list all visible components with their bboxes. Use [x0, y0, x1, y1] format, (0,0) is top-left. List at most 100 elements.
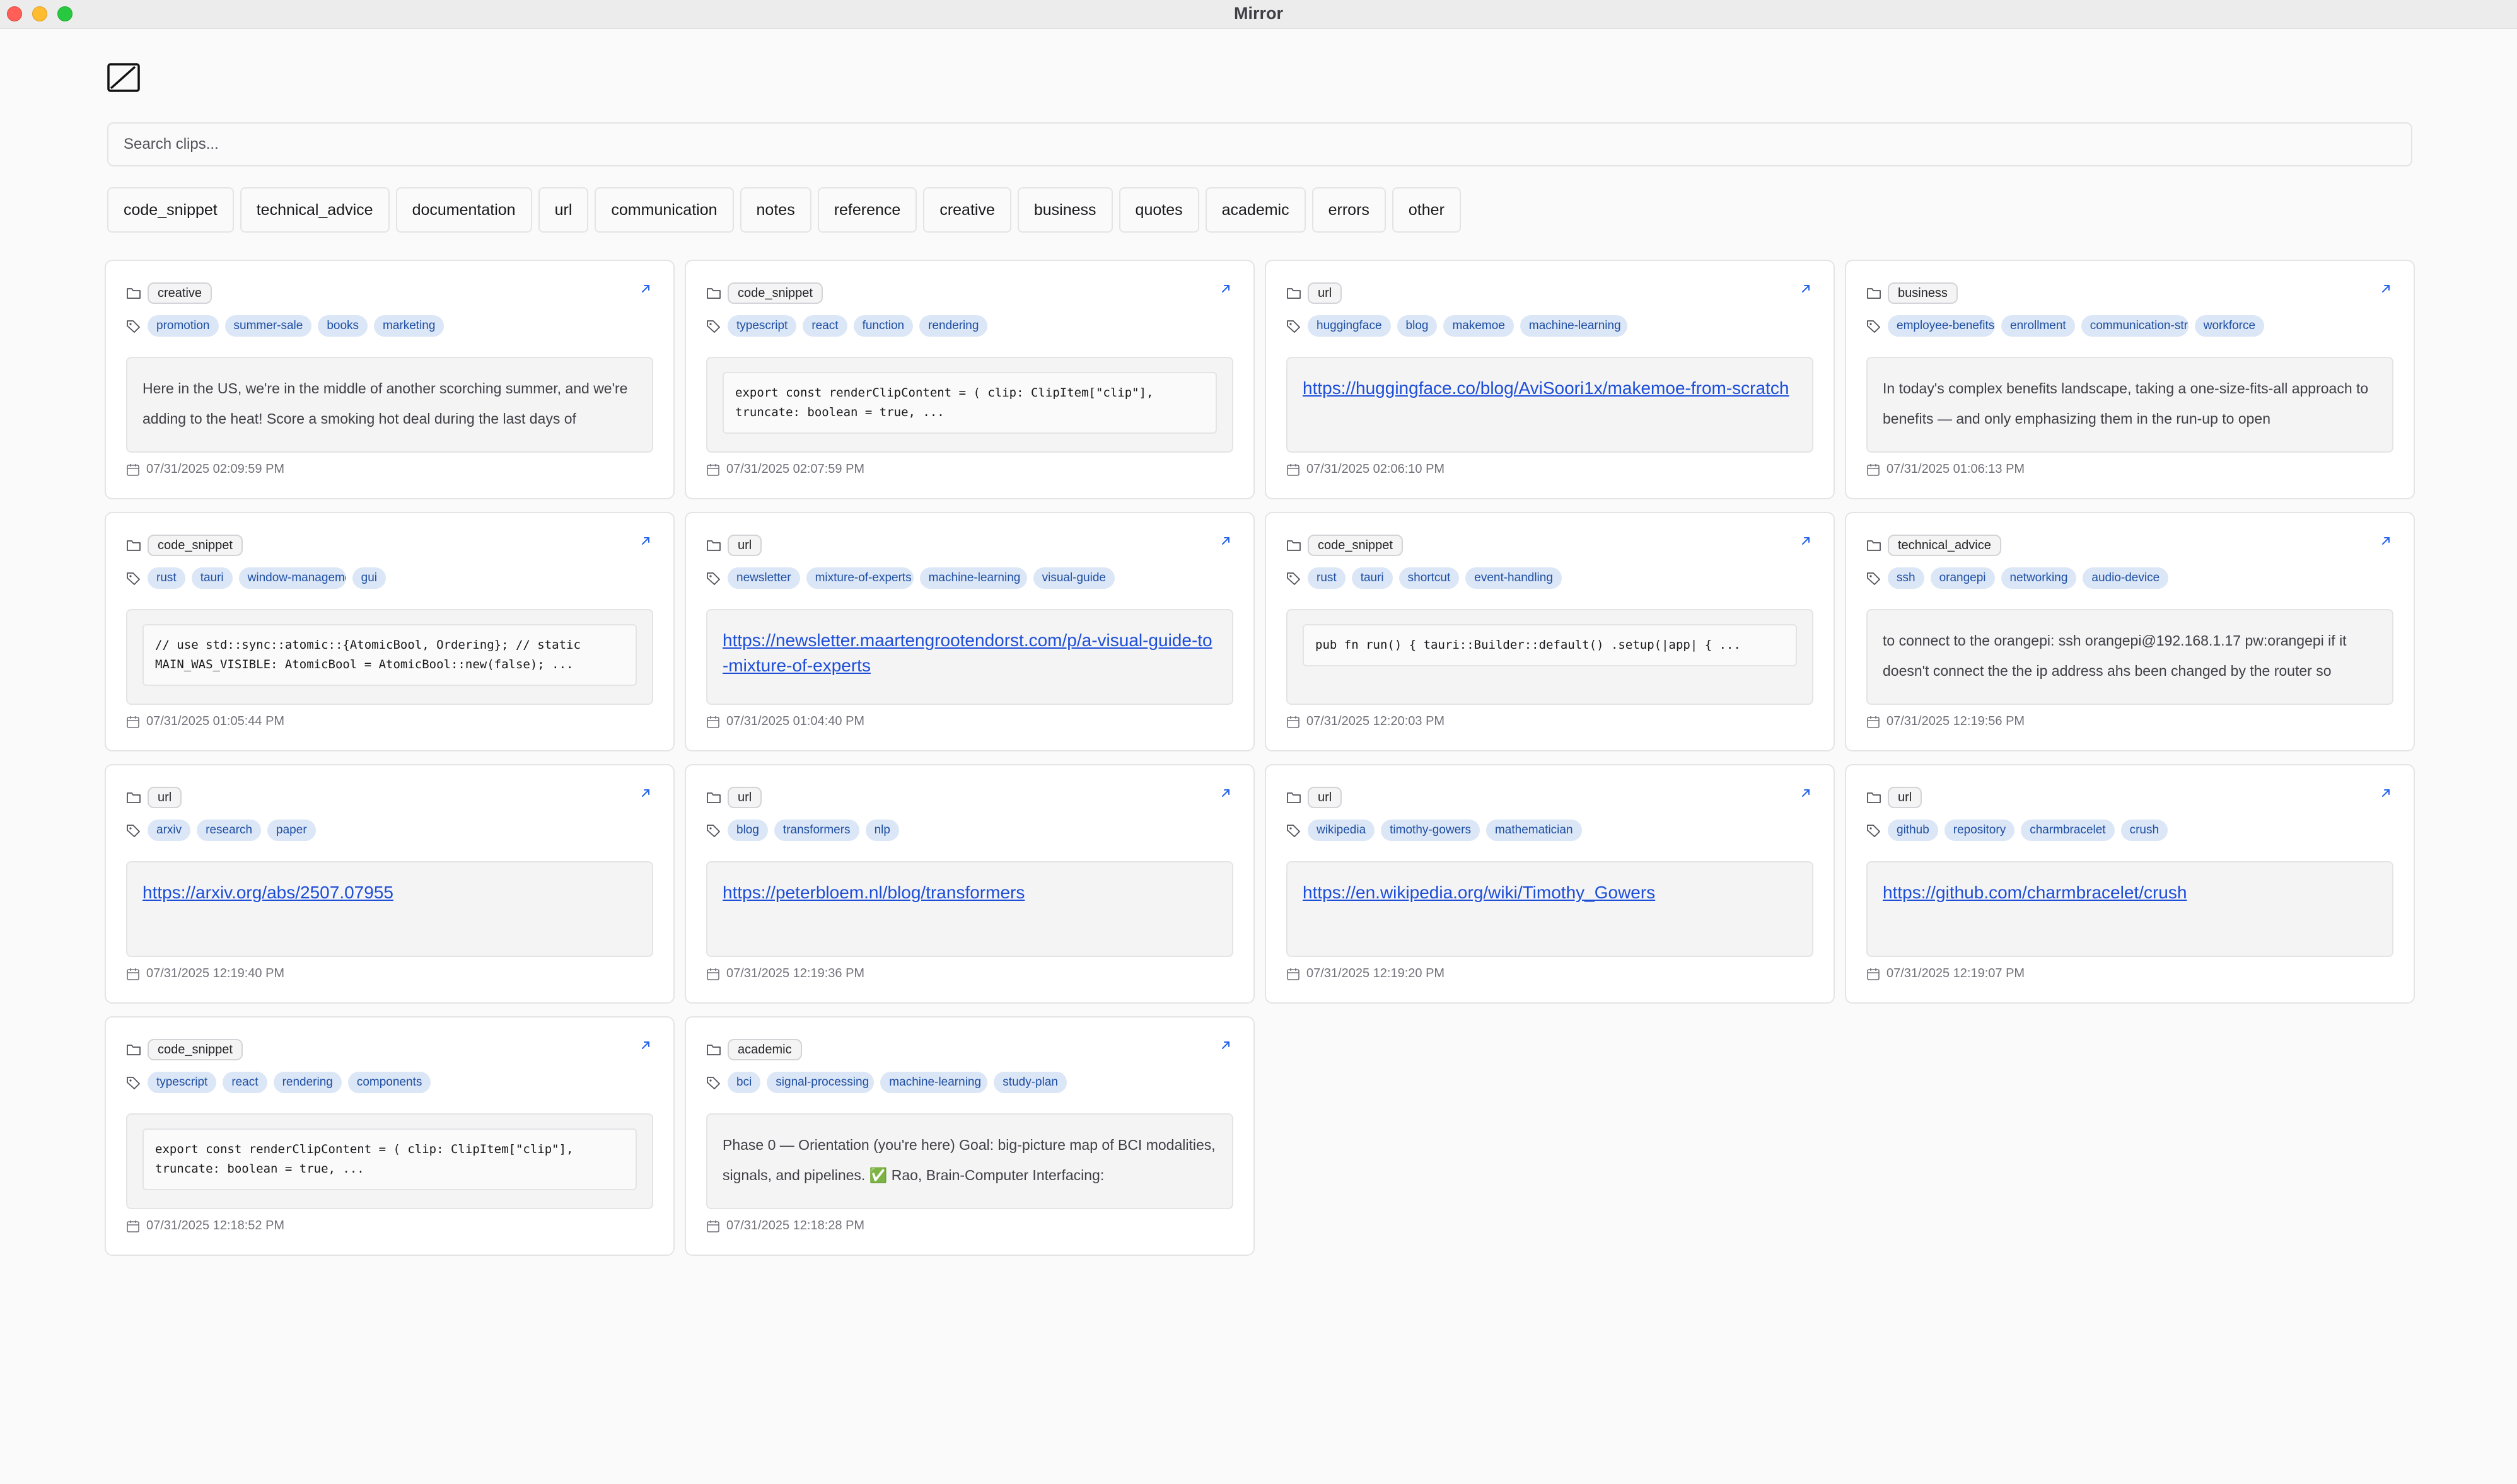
clip-card[interactable]: creative promotion summer-sale books market…: [105, 260, 675, 499]
category-chip-documentation[interactable]: documentation: [395, 187, 532, 233]
open-external-icon[interactable]: [639, 535, 652, 547]
clip-card[interactable]: url github repository charmbracelet crush h…: [1845, 764, 2415, 1004]
tag-badge[interactable]: newsletter: [728, 567, 800, 589]
tag-badge[interactable]: makemoe: [1443, 315, 1514, 337]
tag-badge[interactable]: bci: [728, 1072, 761, 1093]
clip-card[interactable]: url huggingface blog makemoe machine-learni…: [1265, 260, 1835, 499]
tag-badge[interactable]: employee-benefits: [1888, 315, 1995, 337]
clip-link[interactable]: https://en.wikipedia.org/wiki/Timothy_Go…: [1303, 880, 1797, 905]
open-external-icon[interactable]: [1799, 535, 1812, 547]
tag-badge[interactable]: summer-sale: [224, 315, 312, 337]
open-external-icon[interactable]: [2380, 535, 2392, 547]
clip-content[interactable]: export const renderClipContent = ( clip:…: [706, 357, 1233, 453]
tag-badge[interactable]: paper: [267, 820, 316, 841]
category-chip-quotes[interactable]: quotes: [1119, 187, 1199, 233]
tag-badge[interactable]: enrollment: [2001, 315, 2075, 337]
tag-badge[interactable]: signal-processing: [767, 1072, 875, 1093]
tag-badge[interactable]: github: [1888, 820, 1938, 841]
tag-badge[interactable]: wikipedia: [1308, 820, 1375, 841]
clip-card[interactable]: code_snippet typescript react function rend…: [685, 260, 1255, 499]
clip-card[interactable]: technical_advice ssh orangepi networking au…: [1845, 512, 2415, 751]
category-chip-business[interactable]: business: [1017, 187, 1113, 233]
open-external-icon[interactable]: [639, 282, 652, 295]
category-chip-reference[interactable]: reference: [817, 187, 917, 233]
clip-content[interactable]: pub fn run() { tauri::Builder::default()…: [1286, 609, 1813, 705]
tag-badge[interactable]: charmbracelet: [2021, 820, 2115, 841]
tag-badge[interactable]: visual-guide: [1033, 567, 1115, 589]
clip-card[interactable]: code_snippet rust tauri shortcut event-hand…: [1265, 512, 1835, 751]
tag-badge[interactable]: communication-strategy: [2081, 315, 2189, 337]
tag-badge[interactable]: event-handling: [1465, 567, 1562, 589]
tag-badge[interactable]: research: [197, 820, 262, 841]
clip-card[interactable]: url arxiv research paper https://arxiv.org…: [105, 764, 675, 1004]
open-external-icon[interactable]: [1219, 787, 1232, 799]
clip-content[interactable]: Phase 0 — Orientation (you're here) Goal…: [706, 1113, 1233, 1209]
clip-link[interactable]: https://huggingface.co/blog/AviSoori1x/m…: [1303, 376, 1797, 401]
tag-badge[interactable]: components: [347, 1072, 431, 1093]
tag-badge[interactable]: typescript: [148, 1072, 217, 1093]
tag-badge[interactable]: orangepi: [1930, 567, 1995, 589]
clip-content[interactable]: export const renderClipContent = ( clip:…: [126, 1113, 653, 1209]
tag-badge[interactable]: rendering: [273, 1072, 342, 1093]
open-external-icon[interactable]: [1799, 282, 1812, 295]
clip-card[interactable]: code_snippet typescript react rendering com…: [105, 1016, 675, 1256]
tag-badge[interactable]: function: [853, 315, 914, 337]
tag-badge[interactable]: rust: [148, 567, 185, 589]
open-external-icon[interactable]: [639, 787, 652, 799]
open-external-icon[interactable]: [1219, 1039, 1232, 1052]
tag-badge[interactable]: ssh: [1888, 567, 1924, 589]
tag-badge[interactable]: shortcut: [1398, 567, 1460, 589]
tag-badge[interactable]: transformers: [774, 820, 859, 841]
clip-card[interactable]: business employee-benefits enrollment comm…: [1845, 260, 2415, 499]
open-external-icon[interactable]: [639, 1039, 652, 1052]
clip-card[interactable]: code_snippet rust tauriwindow-management g…: [105, 512, 675, 751]
clip-content[interactable]: In today's complex benefits landscape, t…: [1866, 357, 2393, 453]
open-external-icon[interactable]: [2380, 282, 2392, 295]
open-external-icon[interactable]: [2380, 787, 2392, 799]
tag-badge[interactable]: machine-learning: [1520, 315, 1627, 337]
tag-badge[interactable]: repository: [1944, 820, 2015, 841]
category-chip-communication[interactable]: communication: [595, 187, 734, 233]
category-chip-notes[interactable]: notes: [740, 187, 811, 233]
open-external-icon[interactable]: [1799, 787, 1812, 799]
tag-badge[interactable]: timothy-gowers: [1381, 820, 1480, 841]
tag-badge[interactable]: rendering: [919, 315, 988, 337]
category-chip-code-snippet[interactable]: code_snippet: [107, 187, 234, 233]
tag-badge[interactable]: react: [223, 1072, 267, 1093]
tag-badge[interactable]: tauri: [1351, 567, 1393, 589]
open-external-icon[interactable]: [1219, 282, 1232, 295]
tag-badge[interactable]: tauri: [191, 567, 233, 589]
tag-badge[interactable]: machine-learning: [919, 567, 1027, 589]
tag-badge[interactable]: blog: [728, 820, 768, 841]
tag-badge[interactable]: promotion: [148, 315, 219, 337]
clip-link[interactable]: https://newsletter.maartengrootendorst.c…: [723, 628, 1217, 678]
category-chip-errors[interactable]: errors: [1311, 187, 1386, 233]
tag-badge[interactable]: workforce: [2194, 315, 2265, 337]
category-chip-technical-advice[interactable]: technical_advice: [240, 187, 390, 233]
category-chip-url[interactable]: url: [538, 187, 589, 233]
tag-badge[interactable]: machine-learning: [880, 1072, 988, 1093]
clip-card[interactable]: url blog transformers nlp https://peterblo…: [685, 764, 1255, 1004]
clip-link[interactable]: https://arxiv.org/abs/2507.07955: [142, 880, 637, 905]
tag-badge[interactable]: books: [318, 315, 368, 337]
clip-content[interactable]: to connect to the orangepi: ssh orangepi…: [1866, 609, 2393, 705]
tag-badge[interactable]: huggingface: [1308, 315, 1391, 337]
clip-content[interactable]: Here in the US, we're in the middle of a…: [126, 357, 653, 453]
tag-badge[interactable]: crush: [2120, 820, 2168, 841]
open-external-icon[interactable]: [1219, 535, 1232, 547]
tag-badge[interactable]: blog: [1397, 315, 1438, 337]
tag-badge[interactable]: networking: [2001, 567, 2077, 589]
category-chip-creative[interactable]: creative: [923, 187, 1011, 233]
category-chip-other[interactable]: other: [1392, 187, 1461, 233]
tag-badge[interactable]: nlp: [865, 820, 899, 841]
clip-content[interactable]: // use std::sync::atomic::{AtomicBool, O…: [126, 609, 653, 705]
tag-badge[interactable]: react: [803, 315, 847, 337]
search-input[interactable]: [107, 122, 2412, 166]
clip-card[interactable]: url newsletter mixture-of-experts machine-…: [685, 512, 1255, 751]
clip-card[interactable]: url wikipedia timothy-gowers mathematician…: [1265, 764, 1835, 1004]
tag-badge[interactable]: gui: [352, 567, 387, 589]
clip-link[interactable]: https://github.com/charmbracelet/crush: [1883, 880, 2377, 905]
tag-badge[interactable]: arxiv: [148, 820, 191, 841]
tag-badge[interactable]: typescript: [728, 315, 797, 337]
tag-badge[interactable]: marketing: [374, 315, 445, 337]
